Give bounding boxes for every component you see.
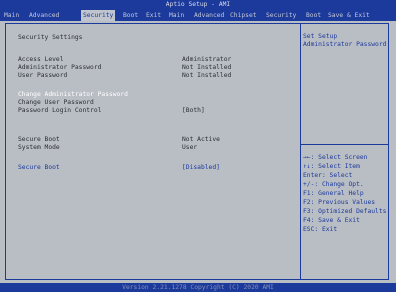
admin-password-row: Administrator Password Not Installed [18,64,298,71]
tab-chipset[interactable]: Chipset [228,10,259,21]
help-text-line: Administrator Password [303,41,387,48]
admin-password-label: Administrator Password [18,64,102,71]
footer-version: Version 2.21.1278 Copyright (C) 2020 AMI [0,283,396,292]
tab-main-2[interactable]: Main [167,10,186,21]
user-password-value: Not Installed [182,72,232,79]
key-help-esc-exit: ESC: Exit [303,226,338,233]
key-help-change-opt: +/-: Change Opt. [303,181,364,188]
change-user-password-item[interactable]: Change User Password [18,99,94,106]
secure-boot-status-value: Not Active [182,136,220,143]
system-mode-label: System Mode [18,144,60,151]
tab-security[interactable]: Security [81,10,116,21]
key-help-previous-values: F2: Previous Values [303,199,376,206]
key-help-optimized-defaults: F3: Optimized Defaults [303,208,387,215]
password-login-control-label: Password Login Control [18,107,102,114]
secure-boot-option-label: Secure Boot [18,164,60,171]
key-help-general-help: F1: General Help [303,190,364,197]
user-password-row: User Password Not Installed [18,72,298,79]
tab-advanced[interactable]: Advanced [27,10,61,21]
password-login-control-value[interactable]: [Both] [182,107,205,114]
access-level-label: Access Level [18,56,64,63]
key-help-select-screen: →←: Select Screen [303,154,368,161]
help-separator [301,144,389,145]
key-help-select-item: ↑↓: Select Item [303,163,360,170]
section-title: Security Settings [18,34,83,41]
secure-boot-status-label: Secure Boot [18,136,60,143]
tab-security-2[interactable]: Security [264,10,298,21]
tab-advanced-2[interactable]: Advanced [192,10,226,21]
key-help-save-exit: F4: Save & Exit [303,217,360,224]
system-mode-value: User [182,144,198,151]
help-text-line: Set Setup [303,33,338,40]
tab-bar: Main Advanced Security Boot Exit Main Ad… [0,10,396,21]
tab-main[interactable]: Main [2,10,21,21]
tab-save-exit[interactable]: Save & Exit [326,10,372,21]
access-level-value: Administrator [182,56,232,63]
app-title: Aptio Setup - AMI [0,0,396,10]
change-admin-password-item[interactable]: Change Administrator Password [18,91,128,98]
tab-boot[interactable]: Boot [121,10,140,21]
secure-boot-option-row[interactable]: Secure Boot [Disabled] [18,164,298,171]
user-password-label: User Password [18,72,68,79]
system-mode-row: System Mode User [18,144,298,151]
password-login-control-row[interactable]: Password Login Control [Both] [18,107,298,114]
secure-boot-status-row: Secure Boot Not Active [18,136,298,143]
key-help-enter: Enter: Select [303,172,353,179]
access-level-row: Access Level Administrator [18,56,298,63]
secure-boot-option-value[interactable]: [Disabled] [182,164,220,171]
admin-password-value: Not Installed [182,64,232,71]
tab-boot-2[interactable]: Boot [304,10,323,21]
panel-divider [300,23,301,280]
tab-exit[interactable]: Exit [144,10,163,21]
